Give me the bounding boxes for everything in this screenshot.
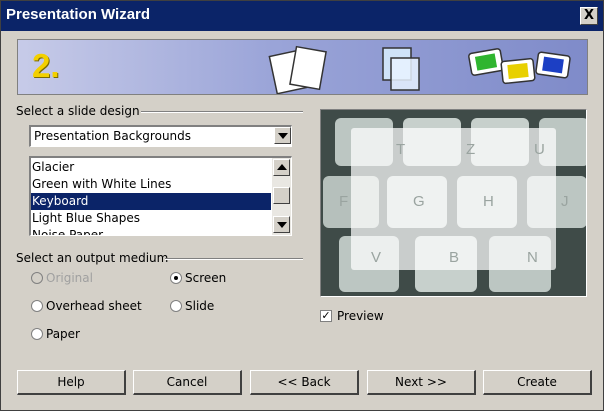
design-category-value: Presentation Backgrounds: [34, 129, 192, 143]
slide-design-list[interactable]: Glacier Green with White Lines Keyboard …: [29, 156, 292, 236]
key-label: J: [561, 193, 569, 210]
output-medium-separator: [165, 258, 303, 260]
radio-screen[interactable]: [170, 272, 182, 284]
next-button[interactable]: Next >>: [367, 370, 476, 395]
design-category-dropdown[interactable]: Presentation Backgrounds: [29, 125, 292, 147]
radio-overhead-sheet-label[interactable]: Overhead sheet: [46, 299, 142, 313]
radio-overhead-sheet[interactable]: [31, 300, 43, 312]
chevron-up-icon: [277, 164, 287, 170]
scroll-down-button[interactable]: [273, 216, 290, 233]
key-label: N: [527, 249, 538, 266]
key-label: G: [413, 193, 425, 210]
key-label: F: [339, 193, 348, 210]
back-button[interactable]: << Back: [250, 370, 359, 395]
key-label: T: [396, 141, 405, 158]
radio-original: [31, 272, 43, 284]
create-button[interactable]: Create: [483, 370, 592, 395]
window-title: Presentation Wizard: [6, 6, 151, 23]
overlapping-slides-icon: [382, 47, 420, 91]
radio-screen-label[interactable]: Screen: [185, 271, 226, 285]
title-bar[interactable]: Presentation Wizard X: [1, 1, 603, 31]
slide-design-separator: [141, 111, 303, 113]
key-label: V: [371, 249, 381, 266]
key-label: Z: [466, 141, 475, 158]
preview-checkbox[interactable]: ✓: [320, 310, 332, 322]
radio-paper-label[interactable]: Paper: [46, 327, 80, 341]
presentation-wizard-window: Presentation Wizard X 2. Select a slide …: [0, 0, 604, 411]
list-item[interactable]: Glacier: [31, 159, 271, 176]
help-button[interactable]: Help: [17, 370, 126, 395]
close-icon: X: [583, 8, 595, 23]
list-item[interactable]: Light Blue Shapes: [31, 210, 271, 227]
key-label: H: [483, 193, 494, 210]
keyboard-preview-image: T Z U F G H J V B N: [321, 110, 586, 296]
chevron-down-icon: [278, 133, 288, 139]
cancel-button[interactable]: Cancel: [133, 370, 242, 395]
preview-checkbox-label[interactable]: Preview: [337, 309, 384, 323]
banner-graphics: [268, 45, 571, 94]
output-medium-label: Select an output medium: [16, 251, 169, 265]
preview-pane: T Z U F G H J V B N: [320, 109, 587, 297]
color-slides-icon: [468, 48, 571, 85]
close-button[interactable]: X: [580, 7, 598, 25]
list-item-selected[interactable]: Keyboard: [31, 193, 271, 210]
slide-design-label: Select a slide design: [16, 104, 140, 118]
scroll-thumb[interactable]: [273, 187, 290, 204]
wizard-banner: 2.: [17, 39, 588, 95]
radio-paper[interactable]: [31, 328, 43, 340]
key-label: U: [534, 141, 545, 158]
scroll-up-button[interactable]: [273, 159, 290, 176]
key-label: B: [449, 249, 459, 266]
radio-slide-label[interactable]: Slide: [185, 299, 214, 313]
radio-original-label: Original: [46, 271, 93, 285]
list-item[interactable]: Green with White Lines: [31, 176, 271, 193]
radio-slide[interactable]: [170, 300, 182, 312]
list-scrollbar[interactable]: [272, 158, 291, 235]
list-item[interactable]: Noise Paper: [31, 227, 271, 235]
documents-icon: [268, 45, 327, 94]
chevron-down-icon: [277, 222, 287, 228]
dropdown-button[interactable]: [274, 127, 291, 144]
